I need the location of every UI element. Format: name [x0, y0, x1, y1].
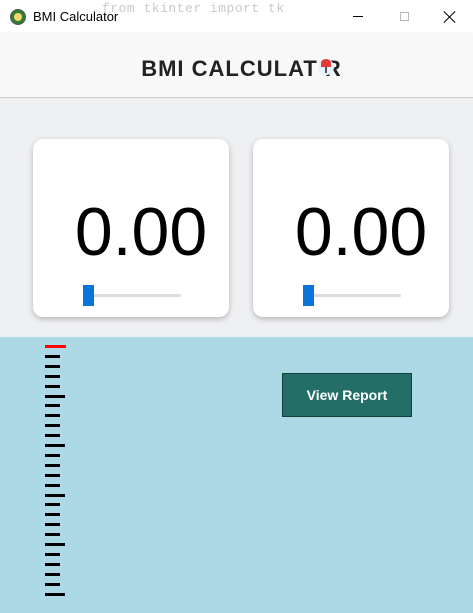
scale-tick [45, 354, 60, 358]
scale-tick [45, 572, 60, 576]
scale-tick [45, 463, 60, 467]
scale-tick [45, 444, 65, 447]
height-slider-handle[interactable] [83, 285, 94, 306]
close-icon [444, 11, 456, 23]
scale-pointer [45, 345, 66, 348]
scale-tick [45, 473, 60, 477]
weight-card: 0.00 [253, 139, 449, 317]
close-button[interactable] [427, 0, 473, 33]
scale-tick [45, 424, 60, 428]
weight-value: 0.00 [294, 194, 428, 270]
scale-tick [45, 414, 60, 418]
pin-icon [318, 59, 334, 75]
scale-tick [45, 582, 60, 586]
height-card: 0.00 [33, 139, 229, 317]
window-titlebar: from tkinter import tk BMI Calculator [0, 0, 473, 34]
scale-tick [45, 493, 65, 497]
scale-tick [45, 543, 65, 546]
height-value: 0.00 [74, 194, 208, 270]
scale-tick [45, 404, 60, 408]
scale-tick [45, 592, 65, 596]
scale-tick [45, 434, 60, 438]
window-title: BMI Calculator [33, 9, 119, 24]
scale-tick [45, 364, 60, 368]
view-report-button[interactable]: View Report [282, 373, 412, 417]
scale-tick [45, 384, 60, 388]
app-title: BMI CALCULAT R [141, 56, 342, 81]
scale-tick [45, 552, 60, 556]
maximize-icon [399, 12, 409, 21]
scale-tick [45, 374, 60, 378]
weight-slider-track[interactable] [303, 294, 401, 297]
scale-tick [45, 503, 60, 507]
scale-tick [45, 562, 60, 566]
minimize-button[interactable] [335, 0, 381, 33]
maximize-button[interactable] [381, 0, 427, 33]
scale-tick [45, 453, 60, 457]
scale-tick [45, 394, 65, 398]
height-scale [45, 345, 67, 600]
scale-tick [45, 483, 60, 487]
app-icon [10, 9, 26, 25]
background-code-text: from tkinter import tk [102, 1, 285, 16]
app-header: BMI CALCULAT R [0, 33, 473, 98]
height-slider-track[interactable] [83, 294, 181, 297]
scale-tick [45, 523, 60, 527]
weight-slider-handle[interactable] [303, 285, 314, 306]
minimize-icon [353, 16, 363, 17]
scale-tick [45, 513, 60, 517]
scale-tick [45, 533, 60, 537]
